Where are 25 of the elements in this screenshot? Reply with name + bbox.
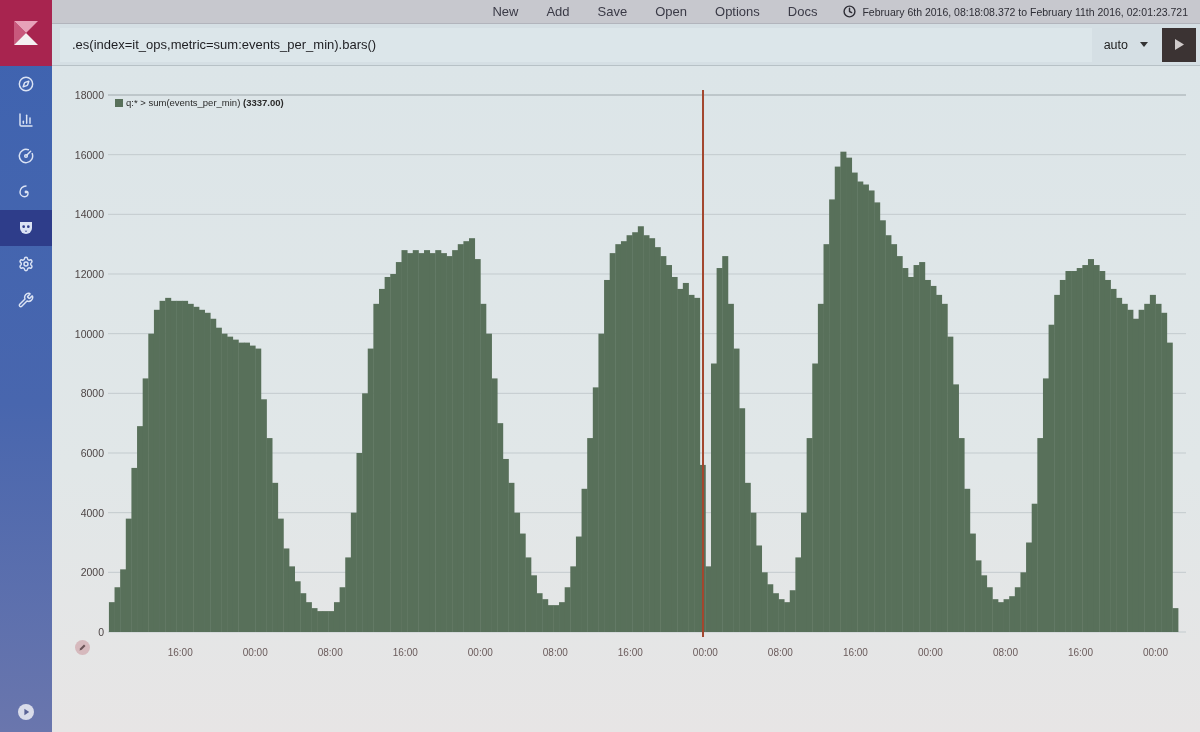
x-axis-label: 08:00 xyxy=(542,647,568,658)
x-axis-label: 00:00 xyxy=(692,647,718,658)
x-axis-label: 16:00 xyxy=(617,647,643,658)
y-axis-label: 16000 xyxy=(74,148,104,161)
x-axis-label: 08:00 xyxy=(992,647,1018,658)
x-axis-label: 08:00 xyxy=(317,647,343,658)
y-axis-label: 2000 xyxy=(80,566,104,579)
legend-label: q:* > sum(events_per_min) (3337.00) xyxy=(126,97,284,108)
y-axis-label: 8000 xyxy=(80,387,104,400)
y-axis-label: 18000 xyxy=(74,89,104,101)
x-axis-label: 00:00 xyxy=(467,647,493,658)
x-axis-label: 16:00 xyxy=(1067,647,1093,658)
x-axis-label: 08:00 xyxy=(767,647,793,658)
y-axis-label: 6000 xyxy=(80,447,104,459)
x-axis-label: 00:00 xyxy=(1143,647,1168,658)
y-axis-label: 12000 xyxy=(74,268,104,280)
x-axis-label: 00:00 xyxy=(242,647,268,658)
x-axis-label: 00:00 xyxy=(917,647,943,658)
y-axis-label: 10000 xyxy=(74,327,104,340)
x-axis-label: 16:00 xyxy=(842,647,868,658)
y-axis-label: 14000 xyxy=(74,208,104,221)
y-axis-label: 4000 xyxy=(80,506,104,519)
y-axis-label: 0 xyxy=(98,626,104,638)
x-axis-label: 16:00 xyxy=(167,647,193,658)
x-axis-label: 16:00 xyxy=(392,647,418,658)
